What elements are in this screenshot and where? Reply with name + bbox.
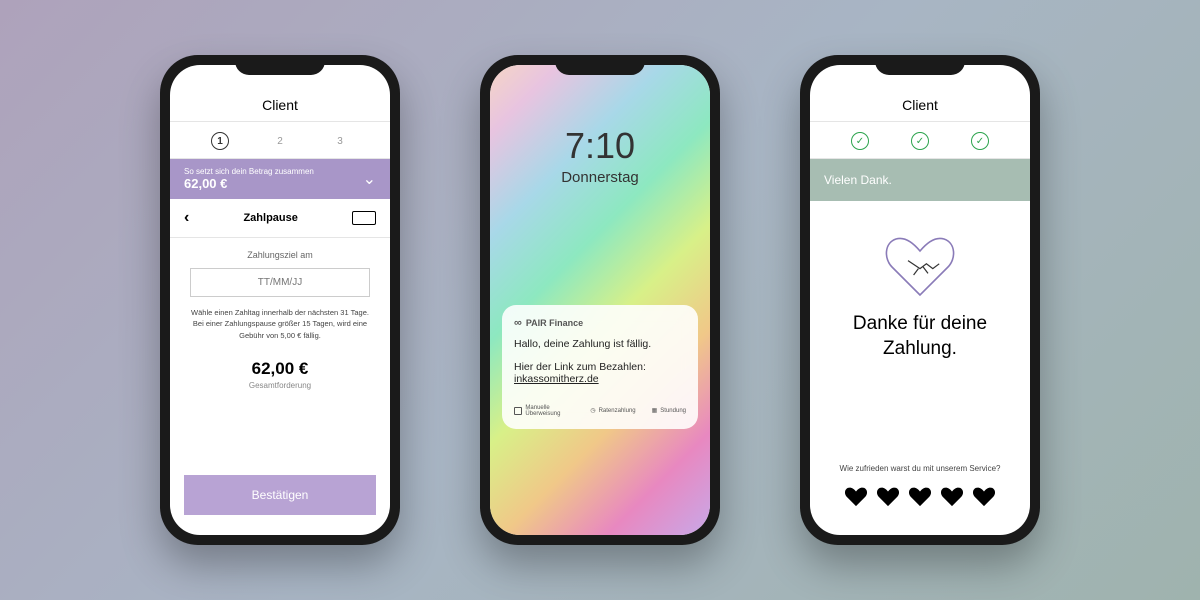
- notch: [555, 55, 645, 75]
- notification-options: Manuelle Überweisung ◷Ratenzahlung ▦Stun…: [514, 397, 686, 417]
- weekday: Donnerstag: [490, 169, 710, 186]
- step-2[interactable]: 2: [271, 132, 289, 150]
- heart-2[interactable]: [877, 487, 899, 507]
- infinity-icon: ∞: [514, 317, 522, 329]
- page-title: Client: [810, 89, 1030, 122]
- thanks-message: Danke für deine Zahlung.: [810, 312, 1030, 361]
- notification-greeting: Hallo, deine Zahlung ist fällig.: [514, 337, 686, 353]
- thanks-band: Vielen Dank.: [810, 159, 1030, 201]
- phone-payment-setup: Client 1 2 3 So setzt sich dein Betrag z…: [160, 55, 400, 545]
- phone-thank-you: Client ✓ ✓ ✓ Vielen Dank. Danke für dein…: [800, 55, 1040, 545]
- step-3[interactable]: 3: [331, 132, 349, 150]
- amount-label: So setzt sich dein Betrag zusammen: [184, 167, 314, 176]
- heart-1[interactable]: [845, 487, 867, 507]
- chevron-down-icon: ⌄: [363, 169, 376, 189]
- page-title: Client: [170, 89, 390, 122]
- date-input[interactable]: [190, 268, 370, 297]
- time: 7:10: [490, 125, 710, 167]
- rating-hearts: [810, 473, 1030, 535]
- confirm-button[interactable]: Bestätigen: [184, 475, 376, 515]
- lock-clock: 7:10 Donnerstag: [490, 125, 710, 186]
- date-label: Zahlungsziel am: [190, 250, 370, 260]
- survey-question: Wie zufrieden warst du mit unserem Servi…: [810, 464, 1030, 473]
- screen: Client ✓ ✓ ✓ Vielen Dank. Danke für dein…: [810, 65, 1030, 535]
- amount-breakdown-band[interactable]: So setzt sich dein Betrag zusammen 62,00…: [170, 159, 390, 199]
- zahlpause-row: ‹ Zahlpause: [170, 199, 390, 238]
- total-amount: 62,00 €: [190, 359, 370, 379]
- pill-installment[interactable]: ◷Ratenzahlung: [590, 405, 635, 417]
- back-chevron-icon[interactable]: ‹: [184, 209, 189, 227]
- notification-link-row: Hier der Link zum Bezahlen: inkassomithe…: [514, 361, 686, 385]
- notch: [235, 55, 325, 75]
- total-label: Gesamtforderung: [190, 381, 370, 390]
- handshake-heart-icon: [810, 201, 1030, 312]
- step-1-done: ✓: [851, 132, 869, 150]
- pill-transfer[interactable]: Manuelle Überweisung: [514, 405, 574, 417]
- notification-card[interactable]: ∞ PAIR Finance Hallo, deine Zahlung ist …: [502, 305, 698, 429]
- money-card-icon: [352, 211, 376, 225]
- calendar-icon: ▦: [652, 407, 658, 414]
- step-3-done: ✓: [971, 132, 989, 150]
- step-indicator: ✓ ✓ ✓: [810, 122, 1030, 159]
- payment-link[interactable]: inkassomitherz.de: [514, 373, 599, 385]
- heart-3[interactable]: [909, 487, 931, 507]
- heart-4[interactable]: [941, 487, 963, 507]
- notification-sender: ∞ PAIR Finance: [514, 317, 686, 329]
- step-indicator: 1 2 3: [170, 122, 390, 159]
- step-1[interactable]: 1: [211, 132, 229, 150]
- step-2-done: ✓: [911, 132, 929, 150]
- phone-lockscreen: 7:10 Donnerstag ∞ PAIR Finance Hallo, de…: [480, 55, 720, 545]
- help-text: Wähle einen Zahltag innerhalb der nächst…: [190, 307, 370, 341]
- screen: 7:10 Donnerstag ∞ PAIR Finance Hallo, de…: [490, 65, 710, 535]
- pill-deferral[interactable]: ▦Stundung: [652, 405, 686, 417]
- clock-icon: ◷: [590, 407, 595, 414]
- amount-value: 62,00 €: [184, 176, 314, 191]
- heart-5[interactable]: [973, 487, 995, 507]
- screen: Client 1 2 3 So setzt sich dein Betrag z…: [170, 65, 390, 535]
- notch: [875, 55, 965, 75]
- zahlpause-label: Zahlpause: [243, 212, 297, 224]
- card-icon: [514, 407, 522, 415]
